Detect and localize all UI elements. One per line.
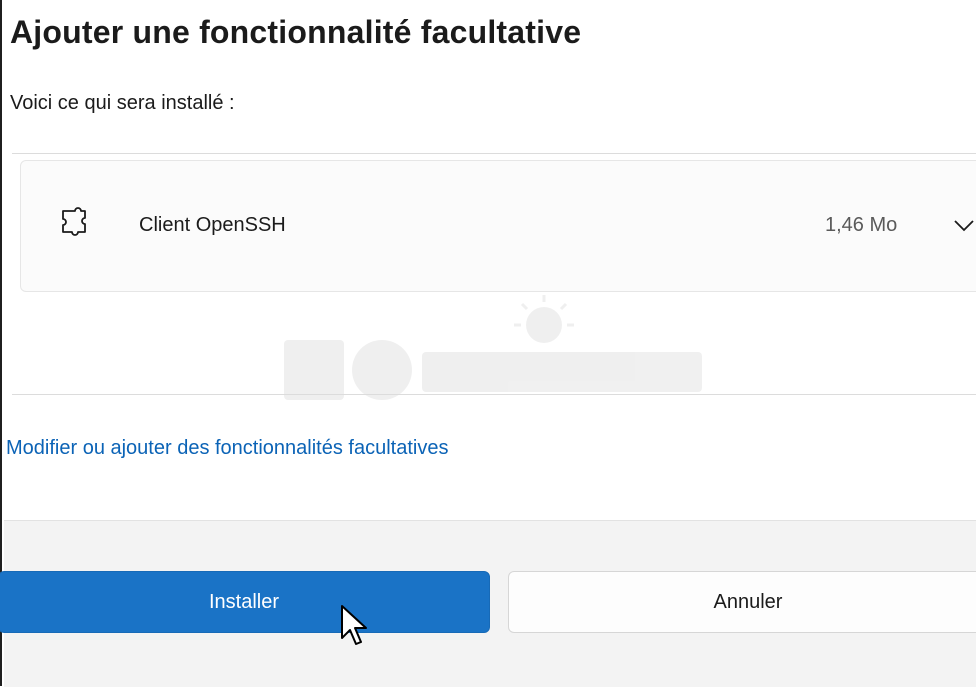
pc-astuces-watermark (284, 295, 702, 400)
top-divider (12, 153, 976, 154)
dialog-subtitle: Voici ce qui sera installé : (10, 92, 235, 114)
dialog-title: Ajouter une fonctionnalité facultative (10, 14, 582, 50)
cancel-button[interactable]: Annuler (508, 571, 976, 633)
puzzle-piece-icon (62, 207, 86, 236)
feature-item-card[interactable]: Client OpenSSH 1,46 Mo (20, 160, 976, 292)
feature-name: Client OpenSSH (139, 214, 286, 236)
dialog-footer: Installer Annuler (0, 520, 976, 687)
feature-size: 1,46 Mo (825, 214, 898, 236)
middle-divider (12, 394, 976, 395)
chevron-down-icon[interactable] (953, 219, 975, 233)
install-button[interactable]: Installer (0, 571, 490, 633)
add-optional-feature-dialog: Ajouter une fonctionnalité facultative V… (0, 0, 976, 687)
manage-optional-features-link[interactable]: Modifier ou ajouter des fonctionnalités … (6, 437, 448, 460)
